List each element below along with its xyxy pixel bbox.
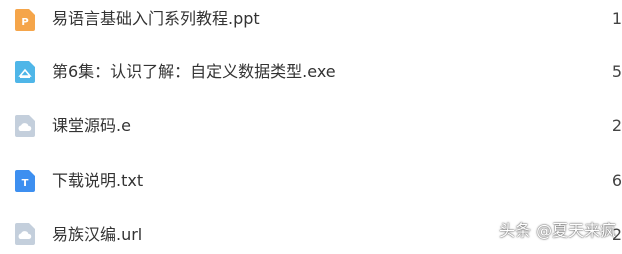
- watermark: 头条 @夏天来疯: [499, 221, 617, 240]
- file-name: 易族汉编.url: [52, 225, 143, 244]
- file-count: 2: [611, 116, 622, 135]
- file-count: 5: [611, 62, 622, 81]
- file-name: 第6集：认识了解：自定义数据类型.exe: [52, 62, 336, 81]
- file-row-e[interactable]: 课堂源码.e 2: [0, 106, 622, 146]
- ppt-file-icon: P: [15, 9, 35, 31]
- file-name: 课堂源码.e: [52, 116, 131, 135]
- file-name: 下载说明.txt: [52, 171, 144, 190]
- svg-text:T: T: [22, 178, 29, 189]
- generic-file-icon: [15, 115, 35, 137]
- file-name: 易语言基础入门系列教程.ppt: [52, 9, 260, 28]
- generic-file-icon: [15, 223, 35, 245]
- txt-file-icon: T: [15, 170, 35, 192]
- file-row-ppt[interactable]: P 易语言基础入门系列教程.ppt 1: [0, 0, 622, 40]
- exe-file-icon: [15, 61, 35, 83]
- file-row-txt[interactable]: T 下载说明.txt 6: [0, 161, 622, 201]
- svg-text:P: P: [21, 17, 28, 28]
- file-row-exe[interactable]: 第6集：认识了解：自定义数据类型.exe 5: [0, 52, 622, 92]
- file-count: 6: [611, 171, 622, 190]
- file-count: 1: [611, 9, 622, 28]
